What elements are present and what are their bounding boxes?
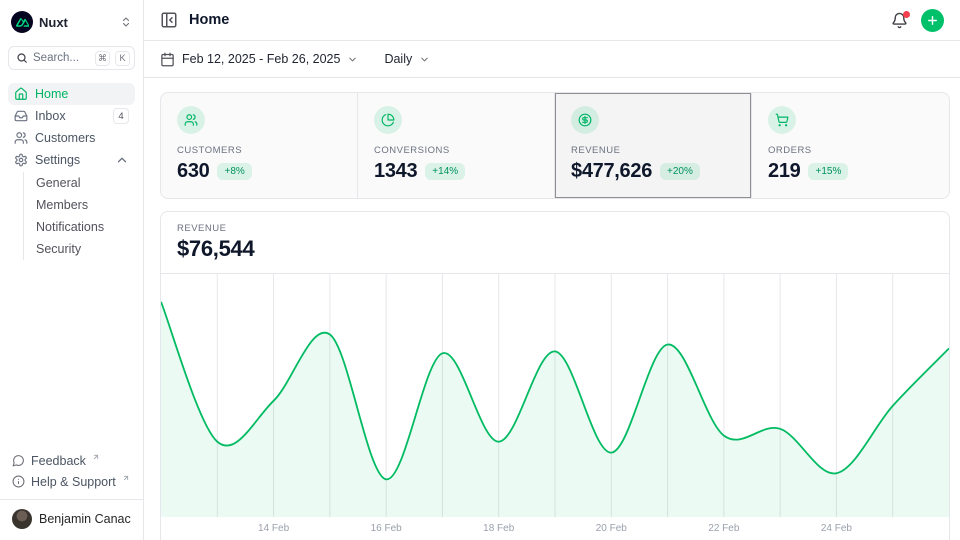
date-range-value: Feb 12, 2025 - Feb 26, 2025 xyxy=(182,52,340,66)
stat-value: 219 xyxy=(768,160,800,183)
message-bubble-icon xyxy=(12,454,25,467)
sidebar-item-customers[interactable]: Customers xyxy=(8,127,135,149)
x-tick-label: 14 Feb xyxy=(258,523,289,534)
info-circle-icon xyxy=(12,475,25,488)
inbox-icon xyxy=(14,109,28,123)
calendar-icon xyxy=(160,52,175,67)
chevron-up-icon xyxy=(115,153,129,167)
page-header: Home xyxy=(144,0,960,41)
search-icon xyxy=(16,52,28,64)
settings-submenu: General Members Notifications Security xyxy=(23,172,135,260)
stat-label: REVENUE xyxy=(571,145,735,156)
page-title: Home xyxy=(189,12,229,28)
stat-delta-badge: +15% xyxy=(808,163,848,180)
revenue-chart-plot[interactable] xyxy=(161,274,949,517)
stat-card-conversions[interactable]: CONVERSIONS 1343 +14% xyxy=(358,93,555,198)
chart-header: REVENUE $76,544 xyxy=(161,212,949,274)
granularity-select[interactable]: Daily xyxy=(384,52,430,66)
main-panel: Home Feb 12, 2025 - Feb 26, 2025 Daily xyxy=(144,0,960,540)
panel-left-close-icon[interactable] xyxy=(160,11,178,29)
sidebar-item-members[interactable]: Members xyxy=(26,194,135,216)
stat-value: $477,626 xyxy=(571,160,652,183)
sidebar-item-general[interactable]: General xyxy=(26,172,135,194)
sidebar-item-label: Customers xyxy=(35,131,95,145)
chart-current-value: $76,544 xyxy=(177,236,933,262)
cart-icon xyxy=(768,106,796,134)
team-switcher[interactable]: Nuxt xyxy=(8,10,135,34)
help-support-label: Help & Support xyxy=(31,475,116,489)
stat-delta-badge: +14% xyxy=(425,163,465,180)
search-input[interactable]: Search... ⌘ K xyxy=(8,46,135,70)
sidebar-spacer xyxy=(8,260,135,450)
stats-row: CUSTOMERS 630 +8% CONVERSIONS 1343 +14% xyxy=(160,92,950,199)
feedback-link[interactable]: Feedback xyxy=(8,450,135,471)
x-tick-label: 20 Feb xyxy=(596,523,627,534)
x-tick-label: 16 Feb xyxy=(371,523,402,534)
users-icon xyxy=(14,131,28,145)
sidebar-item-home[interactable]: Home xyxy=(8,83,135,105)
sidebar-item-label: Inbox xyxy=(35,109,66,123)
chevrons-up-down-icon xyxy=(120,16,132,28)
stat-card-customers[interactable]: CUSTOMERS 630 +8% xyxy=(161,93,358,198)
user-name: Benjamin Canac xyxy=(39,512,131,526)
stat-delta-badge: +20% xyxy=(660,163,700,180)
revenue-chart-card: REVENUE $76,544 14 Feb 16 Feb 18 Feb 20 Feb… xyxy=(160,211,950,540)
sidebar-item-settings[interactable]: Settings xyxy=(8,149,135,171)
dashboard-app: Nuxt Search... ⌘ K Home Inbox 4 Customer… xyxy=(0,0,960,540)
sub-item-label: General xyxy=(36,176,80,190)
sidebar-item-security[interactable]: Security xyxy=(26,238,135,260)
sidebar-item-inbox[interactable]: Inbox 4 xyxy=(8,105,135,127)
search-placeholder: Search... xyxy=(33,52,90,64)
sidebar-item-label: Settings xyxy=(35,153,80,167)
stat-label: ORDERS xyxy=(768,145,933,156)
sub-item-label: Security xyxy=(36,242,81,256)
gear-icon xyxy=(14,153,28,167)
chart-title: REVENUE xyxy=(177,223,933,234)
sidebar-divider xyxy=(0,499,143,500)
sub-item-label: Members xyxy=(36,198,88,212)
stat-value: 630 xyxy=(177,160,209,183)
chart-x-axis: 14 Feb 16 Feb 18 Feb 20 Feb 22 Feb 24 Feb xyxy=(161,517,949,540)
notifications-button[interactable] xyxy=(891,12,908,29)
nuxt-logo-icon xyxy=(11,11,33,33)
stat-label: CONVERSIONS xyxy=(374,145,538,156)
filters-toolbar: Feb 12, 2025 - Feb 26, 2025 Daily xyxy=(144,41,960,78)
sidebar-item-notifications[interactable]: Notifications xyxy=(26,216,135,238)
team-name: Nuxt xyxy=(39,15,114,30)
add-button[interactable] xyxy=(921,9,944,32)
stat-label: CUSTOMERS xyxy=(177,145,341,156)
x-tick-label: 24 Feb xyxy=(821,523,852,534)
home-icon xyxy=(14,87,28,101)
sub-item-label: Notifications xyxy=(36,220,104,234)
x-tick-label: 22 Feb xyxy=(708,523,739,534)
granularity-value: Daily xyxy=(384,52,412,66)
header-actions xyxy=(891,9,944,32)
dollar-circle-icon xyxy=(571,106,599,134)
sidebar-item-label: Home xyxy=(35,87,68,101)
kbd-cmd: ⌘ xyxy=(95,51,110,66)
stat-card-orders[interactable]: ORDERS 219 +15% xyxy=(752,93,949,198)
chevron-down-icon xyxy=(347,54,358,65)
notification-dot xyxy=(903,11,910,18)
content-area: CUSTOMERS 630 +8% CONVERSIONS 1343 +14% xyxy=(144,78,960,540)
stat-delta-badge: +8% xyxy=(217,163,251,180)
pie-chart-icon xyxy=(374,106,402,134)
chevron-down-icon xyxy=(419,54,430,65)
revenue-area-chart xyxy=(161,274,949,517)
plus-icon xyxy=(926,14,939,27)
inbox-count-badge: 4 xyxy=(113,108,129,124)
stat-value: 1343 xyxy=(374,160,417,183)
users-icon xyxy=(177,106,205,134)
kbd-k: K xyxy=(115,51,130,66)
user-menu[interactable]: Benjamin Canac xyxy=(8,506,135,532)
avatar xyxy=(12,509,32,529)
x-tick-label: 18 Feb xyxy=(483,523,514,534)
arrow-up-right-icon xyxy=(122,474,130,482)
arrow-up-right-icon xyxy=(92,453,100,461)
date-range-picker[interactable]: Feb 12, 2025 - Feb 26, 2025 xyxy=(160,52,358,67)
sidebar: Nuxt Search... ⌘ K Home Inbox 4 Customer… xyxy=(0,0,144,540)
help-support-link[interactable]: Help & Support xyxy=(8,471,135,492)
feedback-label: Feedback xyxy=(31,454,86,468)
stat-card-revenue[interactable]: REVENUE $477,626 +20% xyxy=(555,93,752,198)
